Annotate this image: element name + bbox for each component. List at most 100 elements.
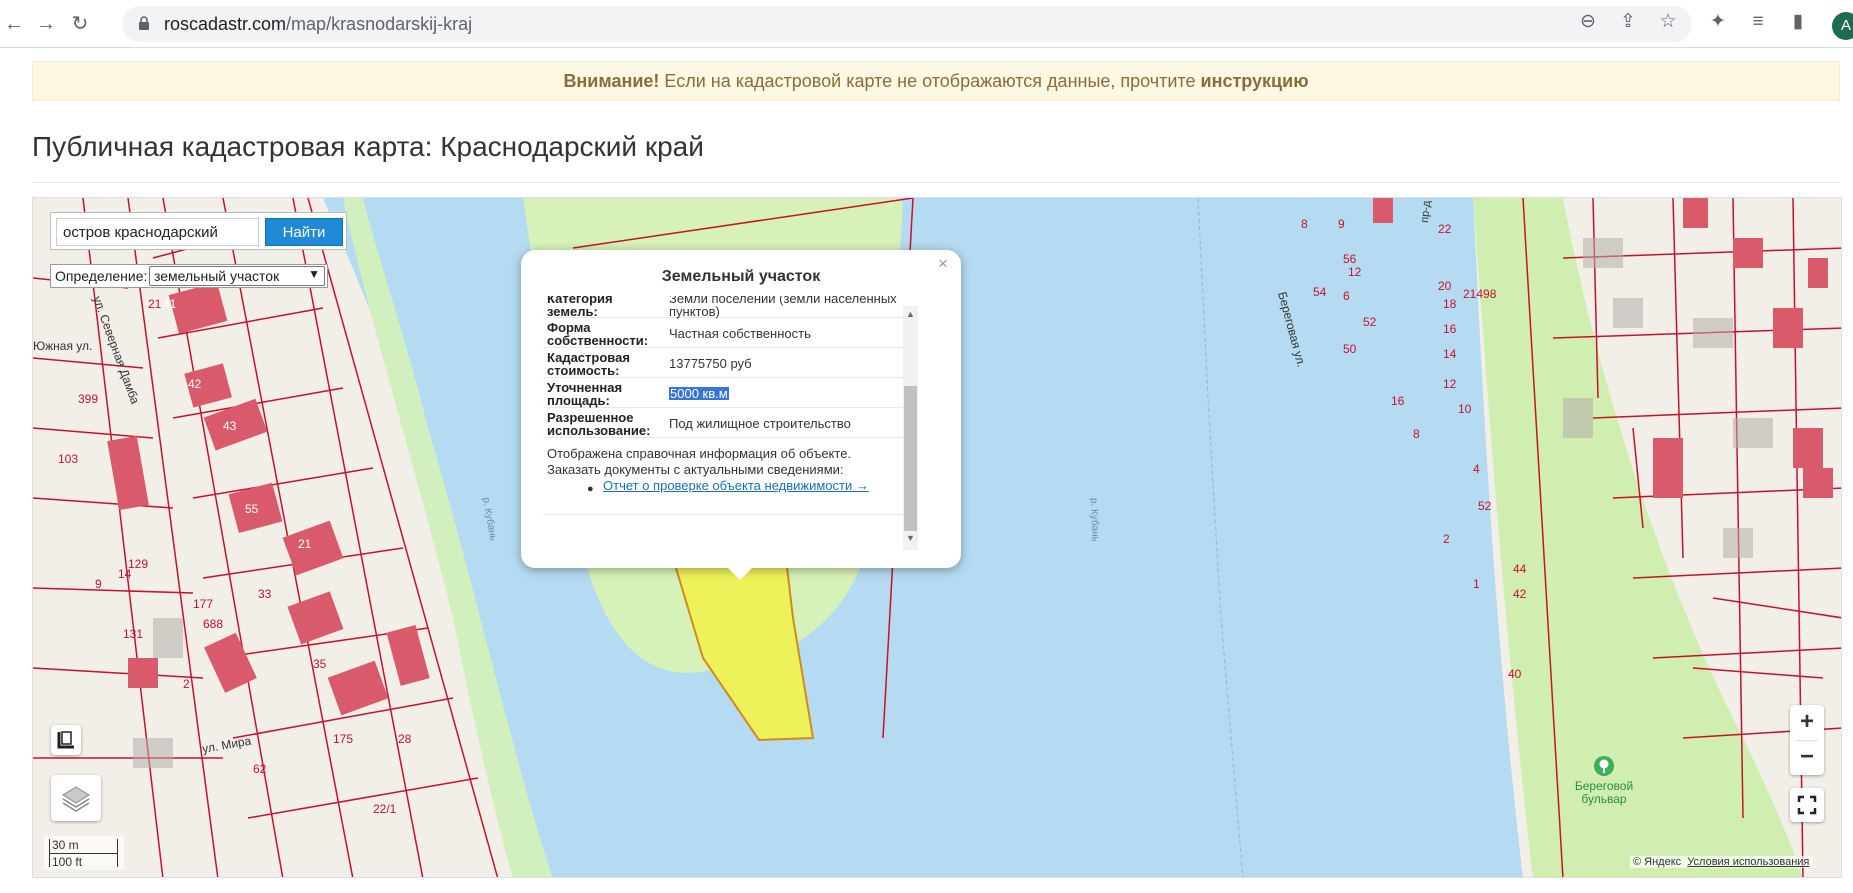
forward-arrow-icon[interactable]: → — [34, 12, 58, 36]
svg-text:50: 50 — [1343, 342, 1357, 356]
row-key: Форма собственности: — [547, 320, 649, 348]
bookmark-star-icon[interactable]: ☆ — [1656, 10, 1680, 34]
svg-text:16: 16 — [1391, 394, 1405, 408]
page-title: Публичная кадастровая карта: Краснодарск… — [32, 131, 704, 162]
browser-toolbar: ← → ↻ roscadastr.com/map/krasnodarskij-k… — [0, 0, 1853, 48]
svg-text:399: 399 — [78, 392, 98, 406]
svg-text:4: 4 — [1473, 462, 1480, 476]
share-icon[interactable]: ⇪ — [1616, 10, 1640, 34]
svg-text:20: 20 — [1438, 279, 1452, 293]
scroll-down-icon[interactable]: ▼ — [906, 533, 915, 543]
ruler-button[interactable] — [51, 725, 81, 755]
popup-title: Земельный участок — [661, 268, 821, 285]
svg-text:103: 103 — [58, 452, 78, 466]
layers-button[interactable] — [51, 775, 101, 821]
zoom-out-icon[interactable]: ⊖ — [1576, 10, 1600, 34]
popup-scrollbar[interactable]: ▲ ▼ — [903, 306, 918, 550]
profile-avatar[interactable]: A — [1832, 12, 1853, 40]
river-label-right: р. Кубань — [1088, 498, 1102, 542]
layers-icon — [62, 786, 90, 812]
svg-text:8: 8 — [1413, 427, 1420, 441]
alert-text: Если на кадастровой карте не отображаютс… — [659, 71, 1201, 91]
definition-selected: земельный участок — [154, 268, 280, 284]
svg-text:6: 6 — [1343, 289, 1350, 303]
poi-name-line-2: бульвар — [1581, 792, 1627, 806]
row-value-selected[interactable]: 5000 кв.м — [669, 387, 729, 400]
scale-line — [49, 853, 117, 854]
svg-text:28: 28 — [398, 732, 412, 746]
fullscreen-button[interactable] — [1790, 788, 1824, 822]
svg-text:16: 16 — [1443, 322, 1457, 336]
lock-icon — [139, 16, 149, 30]
definition-control: Определение: земельный участок ▼ — [50, 264, 328, 288]
svg-text:56: 56 — [1343, 252, 1357, 266]
svg-text:12: 12 — [1348, 265, 1362, 279]
definition-select[interactable]: земельный участок ▼ — [149, 266, 325, 286]
svg-text:41: 41 — [163, 297, 177, 311]
scale-tick — [117, 839, 118, 867]
row-value: Под жилищное строительство — [669, 416, 851, 431]
note-line-1: Отображена справочная информация об объе… — [547, 446, 852, 461]
row-area: Уточненная площадь: 5000 кв.м — [543, 378, 915, 408]
scroll-up-icon[interactable]: ▲ — [906, 309, 915, 319]
map-search-box: Найти — [50, 212, 347, 250]
popup-body: Категория земель: Земли поселений (земли … — [543, 296, 918, 548]
scrollbar-thumb[interactable] — [904, 386, 917, 531]
fullscreen-icon — [1797, 795, 1817, 815]
row-key: Кадастровая стоимость: — [547, 350, 630, 378]
svg-text:35: 35 — [313, 657, 327, 671]
svg-text:52: 52 — [1363, 315, 1377, 329]
svg-text:52: 52 — [1478, 499, 1492, 513]
instruction-link[interactable]: инструкцию — [1201, 71, 1309, 91]
extensions-icon[interactable]: ✦ — [1706, 10, 1730, 34]
row-value: Земли поселений (земли населенных пунктов… — [669, 296, 897, 319]
svg-text:688: 688 — [203, 617, 223, 631]
svg-text:10: 10 — [1458, 402, 1472, 416]
zoom-in-button[interactable]: + — [1790, 705, 1824, 740]
row-cadastral-value: Кадастровая стоимость: 13775750 руб — [543, 348, 915, 378]
url-text: roscadastr.com/map/krasnodarskij-kraj — [164, 14, 472, 35]
alert-strong: Внимание! — [563, 71, 660, 91]
row-key: Разрешенное использование: — [547, 410, 651, 438]
side-panel-icon[interactable]: ▮ — [1786, 10, 1810, 34]
find-button[interactable]: Найти — [265, 218, 343, 246]
search-input[interactable] — [56, 218, 259, 246]
address-bar[interactable]: roscadastr.com/map/krasnodarskij-kraj — [122, 6, 1692, 42]
svg-text:12: 12 — [1443, 377, 1457, 391]
svg-text:18: 18 — [1443, 297, 1457, 311]
svg-text:21498: 21498 — [1463, 287, 1497, 301]
svg-text:33: 33 — [258, 587, 272, 601]
divider — [32, 182, 1840, 183]
chevron-down-icon: ▼ — [308, 267, 320, 281]
svg-text:8: 8 — [1301, 217, 1308, 231]
row-key: Уточненная площадь: — [547, 380, 623, 408]
definition-label: Определение: — [55, 268, 148, 284]
svg-text:55: 55 — [245, 502, 259, 516]
zoom-out-button[interactable]: − — [1790, 740, 1824, 775]
scale-tick — [49, 839, 50, 867]
popup-tail — [726, 566, 754, 580]
popup-note: Отображена справочная информация об объе… — [547, 446, 907, 495]
svg-text:22/1: 22/1 — [373, 802, 397, 816]
svg-text:177: 177 — [193, 597, 213, 611]
report-link[interactable]: Отчет о проверке объекта недвижимости → — [603, 478, 869, 494]
svg-text:131: 131 — [123, 627, 143, 641]
svg-text:14: 14 — [118, 567, 132, 581]
note-line-2: Заказать документы с актуальными сведени… — [547, 462, 844, 477]
reload-icon[interactable]: ↻ — [68, 12, 92, 36]
terms-link[interactable]: Условия использования — [1687, 856, 1809, 868]
warning-alert: Внимание! Если на кадастровой карте не о… — [32, 61, 1840, 101]
row-permitted-use: Разрешенное использование: Под жилищное с… — [543, 408, 915, 438]
back-arrow-icon[interactable]: ← — [2, 12, 26, 36]
parcel-info-popup: × Земельный участок Категория земель: Зем… — [521, 250, 961, 580]
divider — [543, 514, 915, 515]
svg-text:2: 2 — [183, 677, 190, 691]
svg-text:1: 1 — [1473, 577, 1480, 591]
svg-text:44: 44 — [1513, 562, 1527, 576]
copyright-text: © Яндекс — [1633, 856, 1682, 868]
scale-feet: 100 ft — [52, 855, 83, 869]
poi-beregovoy-bulvar[interactable]: Береговой бульвар — [1570, 755, 1638, 806]
url-domain: roscadastr.com — [164, 14, 287, 34]
svg-text:43: 43 — [223, 419, 237, 433]
media-queue-icon[interactable]: ≡ — [1746, 10, 1770, 34]
